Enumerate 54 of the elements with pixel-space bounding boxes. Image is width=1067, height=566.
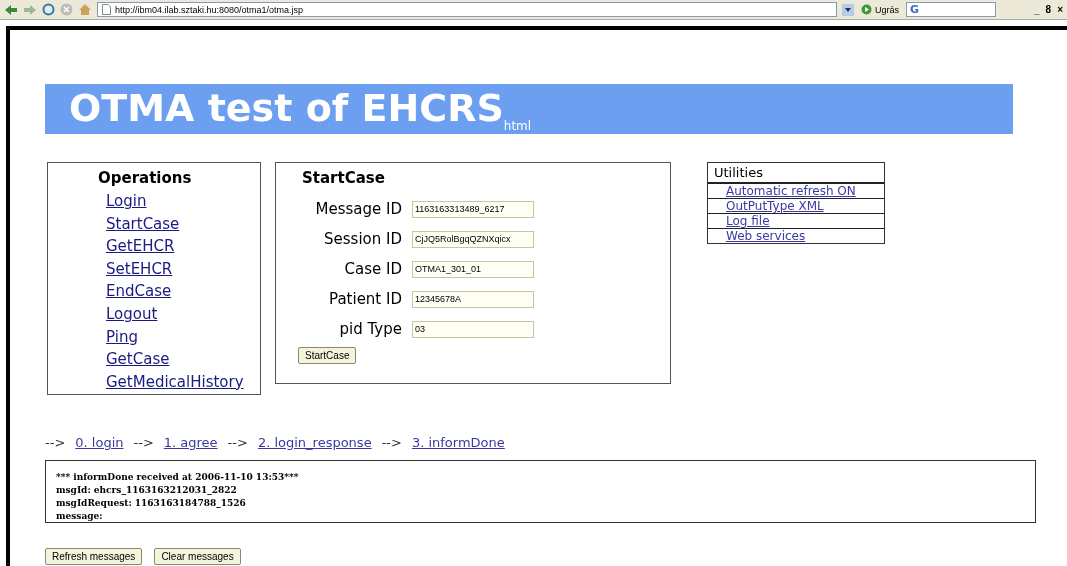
message-button[interactable]: Refresh messages: [45, 548, 143, 565]
step-link[interactable]: 2. login_response: [257, 435, 372, 450]
operation-link[interactable]: GetMedicalHistory: [106, 370, 260, 394]
input-field[interactable]: OTMA1_301_01: [412, 260, 534, 278]
panel-title: Operations: [98, 169, 193, 187]
utility-link[interactable]: OutPutType XML: [726, 199, 824, 213]
arrow-text: -->: [227, 435, 248, 450]
panel-title: StartCase: [302, 169, 386, 187]
operation-link[interactable]: SetEHCR: [106, 257, 260, 281]
field-label: pid Type: [338, 320, 402, 338]
input-field[interactable]: 1163163313489_6217: [412, 200, 534, 218]
arrow-text: -->: [45, 435, 66, 450]
operation-link[interactable]: GetEHCR: [106, 235, 260, 258]
go-button[interactable]: Ugrás: [859, 4, 901, 15]
window-control[interactable]: 8: [1045, 4, 1052, 15]
step-link[interactable]: 3. informDone: [411, 435, 505, 450]
back-arrow-icon[interactable]: [4, 3, 18, 16]
utility-link[interactable]: Automatic refresh ON: [726, 184, 856, 198]
page-icon: [102, 4, 111, 15]
utility-link[interactable]: Web services: [726, 229, 806, 243]
arrow-text: -->: [133, 435, 154, 450]
step-link[interactable]: 0. login: [75, 435, 124, 450]
stop-icon[interactable]: [60, 3, 73, 16]
operation-link[interactable]: GetCase: [106, 348, 260, 371]
operation-link[interactable]: Logout: [106, 302, 260, 326]
refresh-icon[interactable]: [42, 3, 55, 16]
input-field[interactable]: 12345678A: [412, 290, 534, 308]
log-line: msgIdRequest: 1163163184788_1526: [56, 497, 247, 510]
field-label: Patient ID: [328, 290, 402, 308]
input-field[interactable]: CjJQ5RolBgqQZNXqicx: [412, 230, 534, 248]
home-icon[interactable]: [78, 3, 92, 16]
operation-link[interactable]: StartCase: [106, 212, 260, 236]
arrow-text: -->: [381, 435, 402, 450]
operation-link[interactable]: EndCase: [106, 280, 260, 303]
address-field[interactable]: http://ibm04.ilab.sztaki.hu:8080/otma1/otma.jsp: [97, 2, 837, 17]
window-control[interactable]: _: [1034, 4, 1040, 15]
log-line: message:: [56, 510, 104, 523]
window-control[interactable]: ×: [1057, 4, 1063, 15]
field-label: Case ID: [343, 260, 402, 278]
message-button[interactable]: Clear messages: [154, 548, 241, 565]
search-field[interactable]: G: [906, 2, 996, 17]
panel-title: Utilities: [708, 163, 884, 184]
operation-link[interactable]: Login: [106, 190, 260, 213]
field-label: Session ID: [323, 230, 402, 248]
log-line: *** informDone received at 2006-11-10 13:53***: [56, 471, 300, 484]
utility-link[interactable]: Log file: [726, 214, 770, 228]
field-label: Message ID: [314, 200, 402, 218]
operation-link[interactable]: Ping: [106, 325, 260, 349]
step-link[interactable]: 1. agree: [163, 435, 218, 450]
input-field[interactable]: 03: [412, 320, 534, 338]
start-case-button[interactable]: StartCase: [298, 347, 357, 364]
url-text: http://ibm04.ilab.sztaki.hu:8080/otma1/otma.jsp: [115, 4, 304, 15]
log-line: msgId: ehcrs_1163163212031_2822: [56, 484, 238, 497]
page-title: OTMA test of EHCRS$_{html}$: [69, 85, 532, 133]
